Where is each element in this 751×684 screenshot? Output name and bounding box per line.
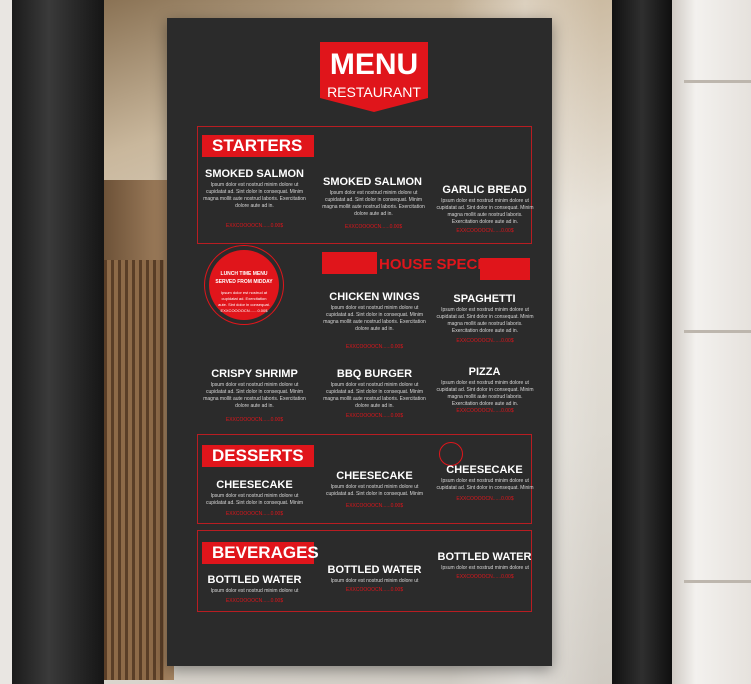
starters-item-title: SMOKED SALMON bbox=[205, 168, 304, 180]
beverages-item-price: EXXCOOOOCN......0.00$ bbox=[345, 587, 404, 593]
special-item-title: CHICKEN WINGS bbox=[329, 291, 420, 303]
starters-item-title: SMOKED SALMON bbox=[323, 176, 422, 188]
lunch-badge-line1: LUNCH TIME MENU bbox=[220, 271, 268, 277]
special-item-desc: Ipsum dolor est nostrud minim dolore ut … bbox=[323, 382, 426, 409]
house-special-bar-right bbox=[480, 258, 530, 280]
special-item-desc: Ipsum dolor est nostrud minim dolore ut … bbox=[436, 380, 534, 407]
beverages-item-desc: Ipsum dolor est nostrud minim dolore ut … bbox=[441, 565, 529, 571]
desserts-item-desc: Ipsum dolor est nostrud minim dolore ut … bbox=[436, 478, 534, 491]
house-special-bar-left bbox=[322, 252, 377, 274]
interior-slats bbox=[104, 260, 164, 680]
menu-board: MENU RESTAURANT STARTERS SMOKED SALMON I… bbox=[167, 18, 552, 666]
menu-subtitle: RESTAURANT bbox=[327, 84, 421, 100]
wall-brick-line bbox=[684, 580, 751, 583]
beverages-item-title: BOTTLED WATER bbox=[437, 551, 532, 563]
special-item-title: SPAGHETTI bbox=[453, 293, 516, 305]
special-item-desc: Ipsum dolor est nostrud minim dolore ut … bbox=[436, 307, 534, 334]
desserts-item-price: EXXCOOOOCN......0.00$ bbox=[456, 496, 514, 502]
dessert-cake-icon bbox=[439, 442, 463, 466]
starters-item-price: EXXCOOOOCN......0.00$ bbox=[344, 224, 403, 230]
starters-item-price: EXXCOOOOCN......0.00$ bbox=[456, 228, 514, 234]
special-item-price: EXXCOOOOCN......0.00$ bbox=[225, 417, 284, 423]
beverages-item-desc: Ipsum dolor est nostrud minim dolore ut … bbox=[210, 588, 299, 594]
desserts-item-desc: Ipsum dolor est nostrud minim dolore ut … bbox=[206, 493, 303, 506]
menu-title: MENU bbox=[329, 48, 419, 81]
beverages-item-price: EXXCOOOOCN......0.00$ bbox=[456, 574, 514, 580]
desserts-item-price: EXXCOOOOCN......0.00$ bbox=[225, 511, 284, 517]
special-item-title: BBQ BURGER bbox=[336, 368, 413, 380]
window-frame-left bbox=[12, 0, 104, 684]
special-item-title: CRISPY SHRIMP bbox=[211, 368, 298, 380]
desserts-item-title: CHEESECAKE bbox=[446, 464, 523, 476]
desserts-item-price: EXXCOOOOCN......0.00$ bbox=[345, 503, 404, 509]
beverages-item-desc: Ipsum dolor est nostrud minim dolore ut … bbox=[330, 578, 419, 584]
desserts-item-desc: Ipsum dolor est nostrud minim dolore ut … bbox=[326, 484, 423, 497]
house-special-label: HOUSE SPECIAL bbox=[379, 256, 502, 273]
photo-scene: MENU RESTAURANT STARTERS SMOKED SALMON I… bbox=[0, 0, 751, 684]
lunch-badge-body: Ipsum dolor est nostrud at cupidatat ad.… bbox=[218, 290, 270, 313]
special-item-desc: Ipsum dolor est nostrud minim dolore ut … bbox=[203, 382, 306, 409]
beverages-item-title: BOTTLED WATER bbox=[327, 564, 422, 576]
special-item-price: EXXCOOOOCN......0.00$ bbox=[345, 413, 404, 419]
wall-brick-line bbox=[684, 80, 751, 83]
beverages-banner: BEVERAGES bbox=[202, 542, 319, 564]
starters-item-desc: Ipsum dolor est nostrud minim dolore ut … bbox=[322, 190, 425, 217]
wall-brick-line bbox=[684, 330, 751, 333]
beverages-item-title: BOTTLED WATER bbox=[207, 574, 302, 586]
lunch-badge-line2: SERVED FROM MIDDAY bbox=[215, 279, 273, 285]
special-item-price: EXXCOOOOCN......0.00$ bbox=[456, 338, 514, 344]
special-item-price: EXXCOOOOCN......0.00$ bbox=[456, 408, 514, 414]
desserts-item-title: CHEESECAKE bbox=[216, 479, 293, 491]
starters-item-price: EXXCOOOOCN......0.00$ bbox=[225, 223, 284, 229]
window-frame-right bbox=[612, 0, 672, 684]
special-item-price: EXXCOOOOCN......0.00$ bbox=[345, 344, 404, 350]
desserts-item-title: CHEESECAKE bbox=[336, 470, 413, 482]
special-item-title: PIZZA bbox=[468, 366, 501, 378]
starters-item-desc: Ipsum dolor est nostrud minim dolore ut … bbox=[203, 182, 306, 209]
starters-item-title: GARLIC BREAD bbox=[442, 184, 527, 196]
beverages-item-price: EXXCOOOOCN......0.00$ bbox=[225, 598, 284, 604]
starters-item-desc: Ipsum dolor est nostrud minim dolore ut … bbox=[436, 198, 534, 225]
desserts-banner: DESSERTS bbox=[202, 445, 314, 467]
special-item-desc: Ipsum dolor est nostrud minim dolore ut … bbox=[323, 305, 426, 332]
starters-banner: STARTERS bbox=[202, 135, 314, 157]
